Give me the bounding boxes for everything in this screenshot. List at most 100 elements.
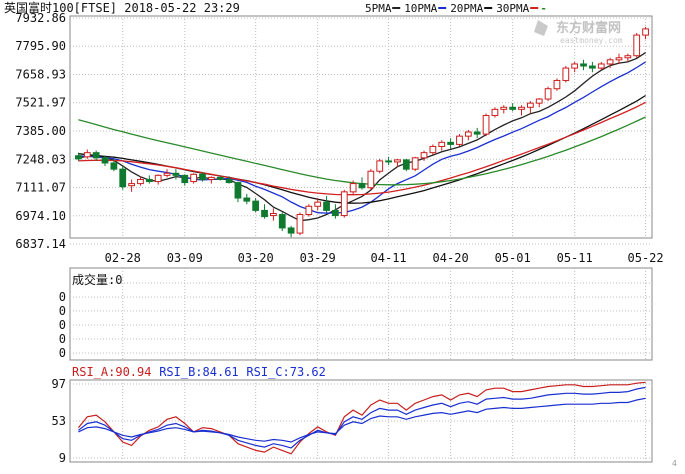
candle-body [597,63,605,69]
ma-line [78,116,646,186]
candle-body [296,214,304,234]
candle-body [420,152,428,159]
candle-body [376,160,384,172]
rsi-y-axis: 97 53 9 [52,377,652,465]
ma-line [78,61,646,214]
candle-body [83,152,91,158]
candle-body [101,157,109,164]
candle-body [332,209,339,217]
volume-title: 成交量:0 [72,272,122,287]
candle [252,198,260,213]
candle-body [589,65,596,69]
price-tick-label: 7385.00 [15,124,66,138]
date-tick-label: 03-20 [238,251,274,265]
volume-tick-label: 0 [59,332,66,346]
candle-body [385,160,392,163]
rsi-legend-item: RSI_A:90.94 [72,365,151,379]
ma-legend-item: 5PMA [365,2,392,15]
candle-body [207,176,215,180]
date-tick-label: 03-09 [167,251,203,265]
volume-tick-label: 0 [59,346,66,360]
candle-body [456,135,463,145]
eastmoney-logo-icon [534,20,548,36]
candle-body [615,57,623,61]
candle-body [358,183,366,189]
candle [305,204,313,217]
candle-body [145,178,153,183]
candle-body [216,176,224,180]
candle-body [340,191,348,217]
candle [402,158,410,172]
price-tick-label: 7111.07 [15,181,66,195]
candle [580,59,587,71]
candle [367,169,375,190]
price-tick-label: 7521.97 [15,96,66,110]
candle [429,144,437,155]
volume-tick-label: 0 [59,304,66,318]
candle-body [411,157,419,170]
candle [119,166,127,190]
candle [544,86,552,102]
date-tick-label: 05-01 [495,251,531,265]
moving-average-lines [78,52,646,222]
ma-legend-item: 30PMA [496,2,529,15]
rsi-line [78,386,646,449]
candle [83,149,91,159]
candle [340,189,348,218]
candle-body [110,162,118,170]
candle [464,129,472,141]
candle-body [323,201,330,211]
candle-body [314,201,322,207]
watermark-sub: eastmoney.com [560,36,623,45]
candle [296,212,304,236]
candle [234,181,242,203]
date-tick-label: 02-28 [105,251,141,265]
candle [491,107,499,118]
candle [145,175,153,184]
candle-body [154,174,162,183]
chart-window: 英国富时100[FTSE] 2018-05-22 23:29 5PMA 10PMA… [0,0,685,470]
candle-body [172,172,180,176]
candle [535,97,543,108]
candle [562,66,570,83]
candle-body [438,141,446,147]
date-tick-label: 05-22 [628,251,664,265]
candle-body [562,67,570,81]
candle [358,177,366,190]
rsi-tick-label: 97 [52,377,66,391]
candlestick-series [75,26,649,238]
candle-body [234,182,242,199]
volume-panel-frame [69,267,653,361]
date-tick-label: 03-29 [300,251,336,265]
ma-legend: 5PMA 10PMA 20PMA 30PMA - [365,2,547,15]
candle [456,134,463,147]
price-tick-label: 6837.14 [15,237,66,251]
date-tick-label: 05-11 [557,251,593,265]
candle [181,174,189,186]
candle-body [128,183,135,187]
candle-body [287,227,295,234]
rsi-lines [77,381,646,455]
rsi-line [77,381,646,455]
candle [447,138,454,149]
date-tick-label: 04-11 [371,251,407,265]
ma-line [78,52,646,222]
candle-body [119,168,127,188]
candle-body [349,183,357,193]
price-tick-label: 7248.03 [15,152,66,166]
candle [261,204,268,219]
candle-body [163,172,171,176]
candle [500,105,508,114]
date-tick-label: 04-20 [433,251,469,265]
corner-mark: 4 [672,459,677,468]
volume-tick-label: 0 [59,290,66,304]
candle-body [261,209,268,218]
price-y-axis: 7932.86 7795.90 7658.93 7521.97 7385.00 7248.… [15,11,66,251]
candle-body [75,155,82,160]
candle-body [137,178,144,185]
rsi-legend: RSI_A:90.94 RSI_B:84.61 RSI_C:73.62 [72,365,326,379]
candle-body [642,28,649,36]
candle-body [509,106,517,110]
candle [385,156,392,166]
ma-legend-item: 10PMA [404,2,437,15]
